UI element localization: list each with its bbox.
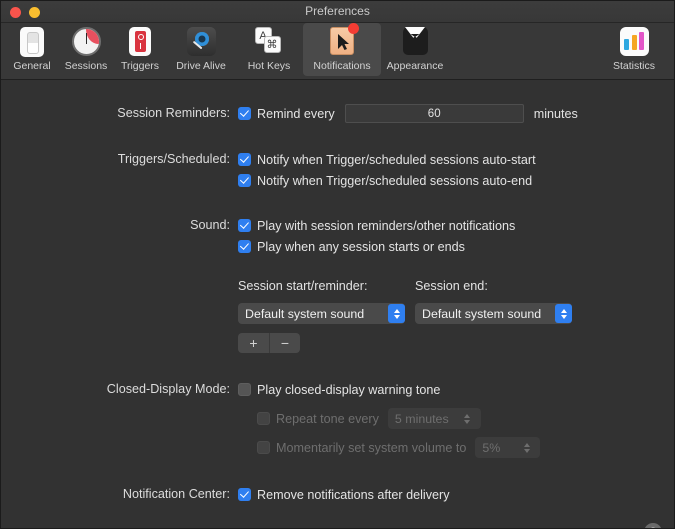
label-repeat-tone: Repeat tone every [276, 411, 379, 426]
toolbar-label-general: General [13, 60, 51, 72]
toolbar-label-hot-keys: Hot Keys [247, 60, 291, 72]
closed-display-tone-line: Play closed-display warning tone [238, 381, 674, 398]
label-session-reminders: Session Reminders: [117, 106, 230, 120]
keycap-command-glyph: ⌘ [263, 36, 281, 53]
checkbox-repeat-tone[interactable] [257, 412, 270, 425]
help-button[interactable]: ? [644, 523, 662, 528]
sound-add-remove-controls: + − [238, 333, 674, 353]
remove-notifications-line: Remove notifications after delivery [238, 486, 674, 503]
sound-picker-labels: Session start/reminder: Session end: [238, 277, 674, 295]
clock-icon [71, 27, 101, 57]
toolbar-item-triggers[interactable]: Triggers [113, 23, 167, 76]
keycaps-icon: A ⌘ [254, 27, 284, 57]
checkbox-play-session-start-end[interactable] [238, 240, 251, 253]
label-notify-auto-start: Notify when Trigger/scheduled sessions a… [257, 152, 536, 167]
segmented-add-remove: + − [238, 333, 300, 353]
toolbar-label-statistics: Statistics [612, 60, 655, 72]
chevron-up-down-icon [555, 304, 572, 323]
chevron-up-down-icon [388, 304, 405, 323]
preferences-toolbar: General Sessions Triggers Drive Alive A … [1, 23, 674, 80]
label-notify-auto-end: Notify when Trigger/scheduled sessions a… [257, 173, 533, 188]
label-remove-notifications: Remove notifications after delivery [257, 487, 450, 502]
label-session-end: Session end: [415, 279, 488, 293]
row-session-reminders: Session Reminders: Remind every 60 minut… [1, 104, 674, 123]
label-session-start-reminder: Session start/reminder: [238, 279, 368, 293]
dropdown-session-start-sound[interactable]: Default system sound [238, 303, 405, 324]
toolbar-item-hot-keys[interactable]: A ⌘ Hot Keys [235, 23, 303, 76]
row-notification-center: Notification Center: Remove notification… [1, 486, 674, 503]
toolbar-item-notifications[interactable]: Notifications [303, 23, 381, 76]
value-session-start-sound: Default system sound [245, 306, 365, 321]
label-set-system-volume: Momentarily set system volume to [276, 440, 467, 455]
checkbox-notify-auto-start[interactable] [238, 153, 251, 166]
cursor-badge-icon [327, 23, 359, 57]
tuxedo-icon [400, 27, 430, 57]
row-sound: Sound: Play with session reminders/other… [1, 217, 674, 353]
toolbar-label-drive-alive: Drive Alive [176, 60, 226, 72]
checkbox-remove-notifications[interactable] [238, 488, 251, 501]
toolbar-label-appearance: Appearance [386, 60, 444, 72]
triggers-auto-start-line: Notify when Trigger/scheduled sessions a… [238, 151, 674, 168]
chevron-up-down-icon [459, 409, 476, 428]
volume-line: Momentarily set system volume to 5% [257, 437, 674, 458]
label-play-session-start-end: Play when any session starts or ends [257, 239, 465, 254]
value-session-end-sound: Default system sound [422, 306, 542, 321]
toolbar-item-statistics[interactable]: Statistics [600, 23, 668, 76]
notification-badge-icon [348, 23, 359, 34]
add-sound-button[interactable]: + [238, 333, 269, 353]
dropdown-session-end-sound[interactable]: Default system sound [415, 303, 572, 324]
preferences-content: Session Reminders: Remind every 60 minut… [1, 104, 674, 528]
disk-eye-icon [186, 27, 216, 57]
label-minutes-unit: minutes [533, 106, 578, 121]
general-icon [17, 27, 47, 57]
toolbar-item-drive-alive[interactable]: Drive Alive [167, 23, 235, 76]
toolbar-label-notifications: Notifications [313, 60, 371, 72]
label-play-with-reminders: Play with session reminders/other notifi… [257, 218, 516, 233]
repeat-tone-line: Repeat tone every 5 minutes [257, 408, 674, 429]
input-reminder-interval[interactable]: 60 [344, 104, 524, 123]
checkbox-play-warning-tone[interactable] [238, 383, 251, 396]
toolbar-label-sessions: Sessions [64, 60, 108, 72]
triggers-auto-end-line: Notify when Trigger/scheduled sessions a… [238, 172, 674, 189]
value-repeat-interval: 5 minutes [394, 411, 449, 426]
toolbar-item-appearance[interactable]: Appearance [381, 23, 449, 76]
row-triggers-scheduled: Triggers/Scheduled: Notify when Trigger/… [1, 151, 674, 189]
checkbox-play-with-reminders[interactable] [238, 219, 251, 232]
dropdown-system-volume[interactable]: 5% [475, 437, 541, 458]
toolbar-item-general[interactable]: General [5, 23, 59, 76]
sound-reminders-line: Play with session reminders/other notifi… [238, 217, 674, 234]
label-closed-display-mode: Closed-Display Mode: [106, 382, 230, 396]
window-title: Preferences [305, 4, 370, 18]
value-system-volume: 5% [482, 440, 501, 455]
label-triggers-scheduled: Triggers/Scheduled: [117, 152, 230, 166]
checkbox-set-system-volume[interactable] [257, 441, 270, 454]
dropdown-repeat-interval[interactable]: 5 minutes [387, 408, 481, 429]
toolbar-item-sessions[interactable]: Sessions [59, 23, 113, 76]
title-bar: Preferences [1, 1, 674, 23]
session-reminders-line: Remind every 60 minutes [238, 104, 674, 123]
label-remind-every: Remind every [257, 106, 335, 121]
row-closed-display-mode: Closed-Display Mode: Play closed-display… [1, 381, 674, 458]
sound-session-line: Play when any session starts or ends [238, 238, 674, 255]
label-sound: Sound: [190, 218, 230, 232]
switch-icon [125, 27, 155, 57]
chevron-up-down-icon [518, 438, 535, 457]
toolbar-label-triggers: Triggers [120, 60, 160, 72]
checkbox-notify-auto-end[interactable] [238, 174, 251, 187]
checkbox-remind-every[interactable] [238, 107, 251, 120]
label-play-warning-tone: Play closed-display warning tone [257, 382, 441, 397]
preferences-window: Preferences General Sessions Triggers Dr… [0, 0, 675, 529]
remove-sound-button[interactable]: − [269, 333, 300, 353]
sound-pickers: Default system sound Default system soun… [238, 303, 674, 324]
bar-chart-icon [619, 27, 649, 57]
label-notification-center: Notification Center: [122, 487, 230, 501]
